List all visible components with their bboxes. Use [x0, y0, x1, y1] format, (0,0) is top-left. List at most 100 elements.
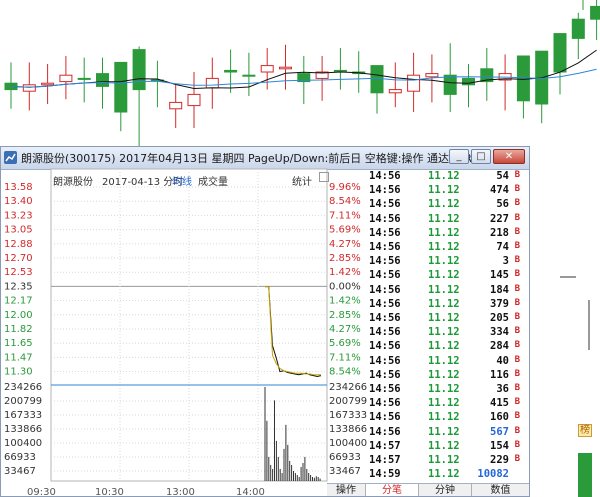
tick-volume: 334 — [490, 326, 509, 339]
restore-button[interactable]: □ — [471, 149, 491, 164]
tick-volume: 154 — [490, 439, 509, 452]
tick-panel-tabs[interactable]: 操作 分笔 分钟 数值 — [327, 483, 529, 496]
tick-price: 11.12 — [428, 439, 460, 452]
time-axis-label: 10:30 — [95, 487, 124, 497]
tick-price: 11.12 — [428, 184, 460, 197]
tick-side: B — [514, 212, 520, 223]
price-axis-label: 12.70 — [4, 253, 33, 264]
percent-axis-label: 7.11% — [329, 352, 361, 363]
candle-body — [59, 74, 73, 83]
tick-price: 11.12 — [428, 454, 460, 466]
tick-side: B — [514, 397, 520, 408]
tick-time: 14:56 — [369, 241, 401, 253]
percent-axis-label: 1.42% — [329, 267, 361, 278]
tab-operate[interactable]: 操作 — [327, 484, 366, 496]
tick-side: B — [514, 454, 520, 464]
tick-volume: 36 — [496, 383, 509, 395]
time-axis-label: 14:00 — [236, 487, 265, 497]
intraday-chart[interactable]: 13.58 9.96%13.40 8.54%13.23 7.11%13.05 5.69%… — [1, 147, 369, 497]
intraday-popup-window[interactable]: 朗源股份(300175) 2017年04月13日 星期四 PageUp/Down… — [0, 146, 530, 497]
price-axis-label: 13.23 — [4, 210, 33, 221]
percent-axis-label: 8.54% — [329, 367, 361, 378]
volume-label: 成交量 — [198, 177, 228, 188]
volume-axis-label-right: 167333 — [329, 410, 367, 421]
tick-price: 11.12 — [428, 368, 460, 381]
price-axis-label: 12.17 — [4, 296, 33, 307]
tick-price: 11.12 — [428, 297, 460, 310]
tick-volume: 56 — [496, 198, 509, 211]
tick-price: 11.12 — [428, 383, 460, 395]
volume-axis-label: 33467 — [4, 466, 36, 477]
tick-time: 14:56 — [369, 340, 401, 353]
tick-time: 14:57 — [369, 439, 401, 452]
volume-bar — [578, 453, 592, 497]
tick-time: 14:56 — [369, 297, 401, 310]
time-axis-label: 13:00 — [166, 487, 195, 497]
stock-name-label: 朗源股份 — [53, 177, 93, 188]
stats-button[interactable]: 统计 — [292, 173, 312, 188]
candle-body — [41, 82, 55, 86]
tick-time: 14:56 — [369, 354, 401, 367]
tick-volume: 205 — [490, 312, 509, 324]
tick-volume: 54 — [496, 170, 509, 182]
scale-toggle-icon[interactable] — [319, 172, 329, 182]
tick-volume: 10082 — [477, 468, 509, 481]
tick-row[interactable]: 14:59 11.12 10082 — [368, 467, 526, 483]
tick-side: B — [514, 226, 520, 237]
percent-axis-label: 5.69% — [329, 225, 361, 236]
tick-volume: 415 — [490, 397, 509, 410]
tick-side: B — [514, 425, 520, 436]
percent-axis-label: 0.00% — [329, 281, 361, 292]
tick-time: 14:56 — [369, 397, 401, 410]
tick-time: 14:56 — [369, 383, 401, 395]
price-axis-label: 12.00 — [4, 310, 33, 321]
tick-volume: 74 — [496, 241, 509, 253]
tick-list[interactable]: 14:56 11.12 54 B 14:56 11.12 474 B 14:56 11.12 56 B… — [368, 169, 528, 480]
tick-side: B — [514, 411, 520, 422]
candle-body — [187, 93, 201, 107]
candle-body — [571, 18, 585, 39]
volume-axis-label: 200799 — [4, 396, 42, 407]
price-axis-label: 11.65 — [4, 338, 33, 349]
percent-axis-label: 5.69% — [329, 338, 361, 349]
volume-axis-label: 66933 — [4, 452, 36, 463]
tick-price: 11.12 — [428, 283, 460, 296]
tick-time: 14:56 — [369, 368, 401, 381]
tick-side: B — [514, 326, 520, 337]
time-axis-label: 09:30 — [27, 487, 56, 497]
tick-volume: 145 — [490, 269, 509, 282]
tab-ticks[interactable]: 分笔 — [366, 484, 419, 496]
volume-axis-label-right: 33467 — [329, 466, 361, 477]
candle-body — [224, 69, 238, 73]
minimize-button[interactable]: _ — [449, 149, 469, 164]
tab-minutes[interactable]: 分钟 — [419, 484, 472, 496]
volume-axis-label-right: 100400 — [329, 438, 367, 449]
candle-body — [114, 61, 128, 113]
tick-time: 14:56 — [369, 184, 401, 197]
percent-axis-label: 4.27% — [329, 324, 361, 335]
candle-body — [388, 89, 402, 94]
tick-time: 14:56 — [369, 425, 401, 438]
candle-body — [260, 65, 274, 73]
percent-axis-label: 4.27% — [329, 239, 361, 250]
volume-axis-label: 133866 — [4, 424, 42, 435]
volume-axis-label-right: 66933 — [329, 452, 361, 463]
tick-price: 11.12 — [428, 397, 460, 410]
tab-values[interactable]: 数值 — [472, 484, 529, 496]
tick-price: 11.12 — [428, 425, 460, 438]
candle-body — [279, 66, 292, 70]
tick-volume: 229 — [490, 454, 509, 466]
avg-line-toggle[interactable]: 均线 — [172, 173, 192, 188]
tick-side: B — [514, 297, 520, 308]
volume-axis-label: 167333 — [4, 410, 42, 421]
tick-time: 14:56 — [369, 226, 401, 239]
close-button[interactable]: ✕ — [493, 149, 525, 164]
tick-price: 11.12 — [428, 255, 460, 268]
volume-axis-label-right: 133866 — [329, 424, 367, 435]
candle-body — [407, 74, 421, 92]
price-axis-label: 12.53 — [4, 267, 33, 278]
percent-axis-label: 2.85% — [329, 310, 361, 321]
percent-axis-label: 2.85% — [329, 253, 361, 264]
price-axis-label: 13.05 — [4, 225, 33, 236]
tick-volume: 218 — [490, 226, 509, 239]
